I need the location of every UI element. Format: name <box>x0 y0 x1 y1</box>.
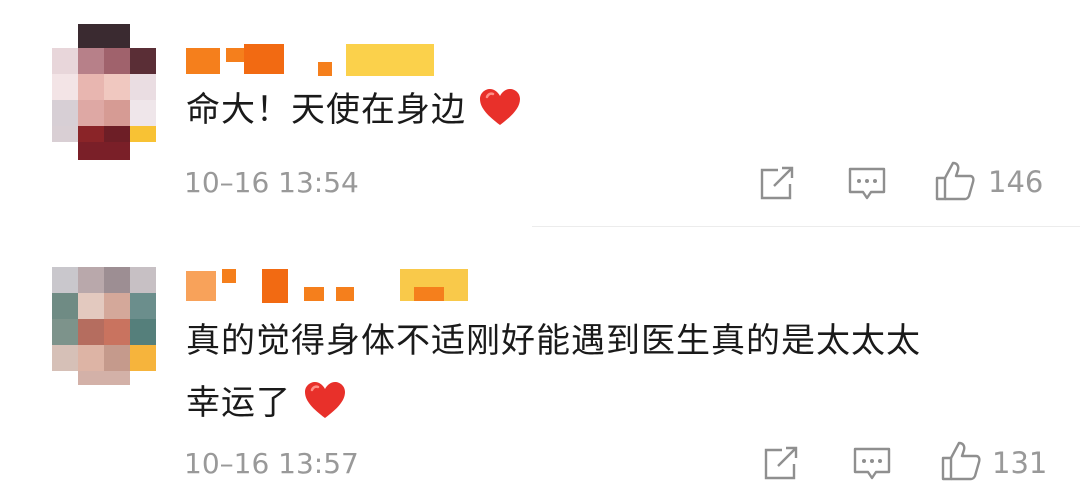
avatar[interactable] <box>52 24 156 160</box>
comment-text: 命大！天使在身边 <box>186 84 1046 142</box>
comment-icon[interactable] <box>853 446 891 486</box>
comment-text-line-2-content: 幸运了 <box>186 383 291 423</box>
username-redacted[interactable] <box>186 44 446 84</box>
comment-text-content: 命大！天使在身边 <box>186 90 466 130</box>
comment-icon[interactable] <box>848 166 886 206</box>
comment-item: 命大！天使在身边 10–16 13:54 146 <box>0 0 1080 226</box>
avatar[interactable] <box>52 267 156 385</box>
comment-text: 真的觉得身体不适刚好能遇到医生真的是太太太 幸运了 <box>186 315 1046 435</box>
share-icon[interactable] <box>762 446 800 486</box>
red-heart-icon <box>478 87 522 142</box>
timestamp: 10–16 13:57 <box>184 447 359 480</box>
comment-text-line-2: 幸运了 <box>186 377 1046 435</box>
like-count: 146 <box>988 165 1044 199</box>
like-count: 131 <box>992 446 1048 480</box>
share-icon[interactable] <box>758 166 796 206</box>
timestamp: 10–16 13:54 <box>184 166 359 199</box>
username-redacted[interactable] <box>186 267 486 307</box>
like-icon[interactable] <box>934 160 976 206</box>
red-heart-icon <box>303 380 347 435</box>
like-icon[interactable] <box>940 440 982 486</box>
comment-item: 真的觉得身体不适刚好能遇到医生真的是太太太 幸运了 10–16 13:57 13… <box>0 227 1080 495</box>
comment-text-line-1: 真的觉得身体不适刚好能遇到医生真的是太太太 <box>186 321 921 361</box>
